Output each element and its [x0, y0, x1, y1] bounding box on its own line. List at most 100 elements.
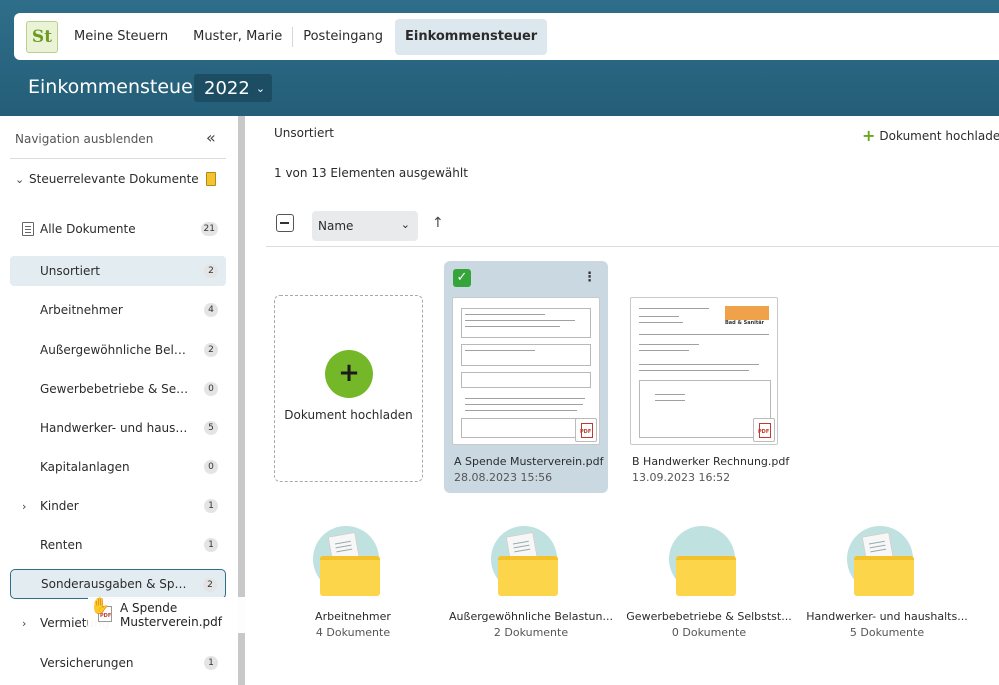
folder-handwerker[interactable]: Handwerker- und haushalts... 5 Dokumente	[802, 526, 972, 656]
nav-meine-steuern[interactable]: Meine Steuern	[64, 19, 178, 55]
upload-document-link[interactable]: + Dokument hochladen	[862, 126, 999, 145]
count-badge: 1	[204, 656, 218, 670]
sidebar-item-label: Versicherungen	[40, 656, 134, 670]
folder-name: Handwerker- und haushalts...	[806, 610, 968, 623]
sidebar-item-handwerker[interactable]: Handwerker- und haushal... 5	[10, 413, 226, 443]
thumb-logo	[725, 306, 769, 320]
folder-gewerbebetriebe[interactable]: Gewerbebetriebe & Selbstst... 0 Dokument…	[624, 526, 794, 656]
toolbar-divider	[266, 246, 999, 247]
count-badge: 1	[204, 538, 218, 552]
count-badge: 0	[204, 382, 218, 396]
document-date: 28.08.2023 15:56	[454, 471, 553, 484]
sort-direction-icon[interactable]: ↑	[432, 215, 444, 231]
section-title: Unsortiert	[274, 126, 334, 140]
sidebar-divider	[10, 158, 226, 159]
count-badge: 2	[204, 264, 218, 278]
chevron-down-icon: ⌄	[15, 172, 25, 186]
top-navigation: St Meine Steuern Muster, Marie Posteinga…	[14, 13, 999, 60]
folder-aussergewoehnliche-belastungen[interactable]: Außergewöhnliche Belastun... 2 Dokumente	[446, 526, 616, 656]
sidebar-item-sonderausgaben[interactable]: Sonderausgaben & Spend... 2	[10, 569, 226, 599]
folder-icon	[676, 556, 736, 596]
upload-card-label: Dokument hochladen	[284, 408, 413, 422]
sort-value: Name	[318, 219, 354, 233]
folder-name: Außergewöhnliche Belastun...	[449, 610, 613, 623]
count-badge: 1	[204, 499, 218, 513]
document-thumbnail: Bad & Sanitär	[630, 297, 778, 445]
folder-count: 2 Dokumente	[493, 626, 569, 639]
document-card[interactable]: ✓ ⋮ A Spende Musterverein.pdf 28.08.2023…	[444, 261, 608, 493]
sidebar-item-label: Sonderausgaben & Spend...	[41, 577, 191, 591]
selection-count: 1 von 13 Elementen ausgewählt	[274, 166, 468, 180]
folder-icon	[320, 556, 380, 596]
sidebar-item-kapitalanlagen[interactable]: Kapitalanlagen 0	[10, 452, 226, 482]
sort-select[interactable]: Name ⌄	[312, 211, 418, 241]
count-badge: 4	[204, 303, 218, 317]
app-header: St Meine Steuern Muster, Marie Posteinga…	[0, 0, 999, 116]
sidebar-item-aussergewoehnliche-belastungen[interactable]: Außergewöhnliche Belast... 2	[10, 335, 226, 365]
sidebar-item-label: Arbeitnehmer	[40, 303, 123, 317]
count-badge: 21	[200, 222, 218, 236]
hide-navigation-link[interactable]: Navigation ausblenden	[15, 132, 153, 146]
nav-divider	[180, 27, 181, 47]
year-value: 2022	[204, 77, 250, 99]
sidebar-item-label: Alle Dokumente	[40, 222, 136, 236]
chevron-down-icon: ⌄	[255, 81, 266, 95]
document-card[interactable]: Bad & Sanitär B Handwerker Rechnung.pdf …	[622, 261, 790, 493]
documents-icon	[22, 222, 34, 236]
chevron-right-icon[interactable]: ›	[22, 617, 26, 630]
sidebar-item-renten[interactable]: Renten 1	[10, 530, 226, 560]
folder-icon	[206, 172, 216, 186]
nav-posteingang[interactable]: Posteingang	[293, 19, 393, 55]
app-logo[interactable]: St	[26, 20, 58, 53]
drag-filename: A Spende Musterverein.pdf	[120, 601, 222, 629]
document-thumbnail	[452, 297, 600, 445]
folder-name: Arbeitnehmer	[315, 610, 391, 623]
deselect-all-checkbox[interactable]	[276, 214, 294, 232]
sidebar-item-unsortiert[interactable]: Unsortiert 2	[10, 256, 226, 286]
year-select[interactable]: 2022 ⌄	[194, 74, 272, 102]
sidebar-item-label: Kinder	[40, 499, 79, 513]
drag-preview: A Spende Musterverein.pdf	[88, 597, 278, 633]
sidebar-item-label: Außergewöhnliche Belast...	[40, 343, 190, 357]
folder-arbeitnehmer[interactable]: Arbeitnehmer 4 Dokumente	[268, 526, 438, 656]
hand-cursor-icon: ✋	[90, 596, 110, 615]
count-badge: 2	[204, 343, 218, 357]
sidebar-item-arbeitnehmer[interactable]: Arbeitnehmer 4	[10, 295, 226, 325]
group-steuerrelevante-dokumente[interactable]: ⌄ Steuerrelevante Dokumente	[15, 172, 199, 186]
sidebar-item-versicherungen[interactable]: Versicherungen 1	[10, 648, 226, 678]
checkmark-icon[interactable]: ✓	[453, 269, 471, 287]
folder-name: Gewerbebetriebe & Selbstst...	[626, 610, 792, 623]
count-badge: 5	[204, 421, 218, 435]
document-name: A Spende Musterverein.pdf	[454, 455, 604, 468]
document-name: B Handwerker Rechnung.pdf	[632, 455, 790, 468]
count-badge: 0	[204, 460, 218, 474]
group-label: Steuerrelevante Dokumente	[29, 172, 199, 186]
upload-document-card[interactable]: + Dokument hochladen	[274, 295, 423, 482]
sidebar-item-label: Handwerker- und haushal...	[40, 421, 190, 435]
nav-einkommensteuer[interactable]: Einkommensteuer	[394, 18, 548, 55]
document-date: 13.09.2023 16:52	[632, 471, 731, 484]
folder-count: 4 Dokumente	[315, 626, 391, 639]
sidebar-item-kinder[interactable]: › Kinder 1	[10, 491, 226, 521]
sidebar-item-gewerbebetriebe[interactable]: Gewerbebetriebe & Selbst... 0	[10, 374, 226, 404]
nav-user[interactable]: Muster, Marie	[183, 19, 292, 55]
chevron-right-icon[interactable]: ›	[22, 500, 26, 513]
sidebar-item-label: Unsortiert	[40, 264, 100, 278]
chevron-down-icon: ⌄	[400, 218, 410, 231]
pdf-icon	[575, 418, 597, 442]
folder-count: 5 Dokumente	[849, 626, 925, 639]
plus-icon: +	[862, 126, 876, 145]
sidebar-item-label: Kapitalanlagen	[40, 460, 130, 474]
page-title: Einkommensteuer	[28, 76, 201, 98]
count-badge: 2	[203, 578, 217, 592]
upload-link-label: Dokument hochladen	[879, 128, 999, 143]
thumb-heading: Bad & Sanitär	[725, 320, 765, 326]
more-options-icon[interactable]: ⋮	[583, 270, 596, 285]
sidebar-item-label: Gewerbebetriebe & Selbst...	[40, 382, 190, 396]
sidebar-item-alle-dokumente[interactable]: Alle Dokumente 21	[10, 214, 226, 244]
folder-icon	[854, 556, 914, 596]
folder-icon	[498, 556, 558, 596]
pdf-icon	[753, 418, 775, 442]
collapse-sidebar-icon[interactable]: «	[206, 128, 216, 147]
folder-count: 0 Dokumente	[671, 626, 747, 639]
